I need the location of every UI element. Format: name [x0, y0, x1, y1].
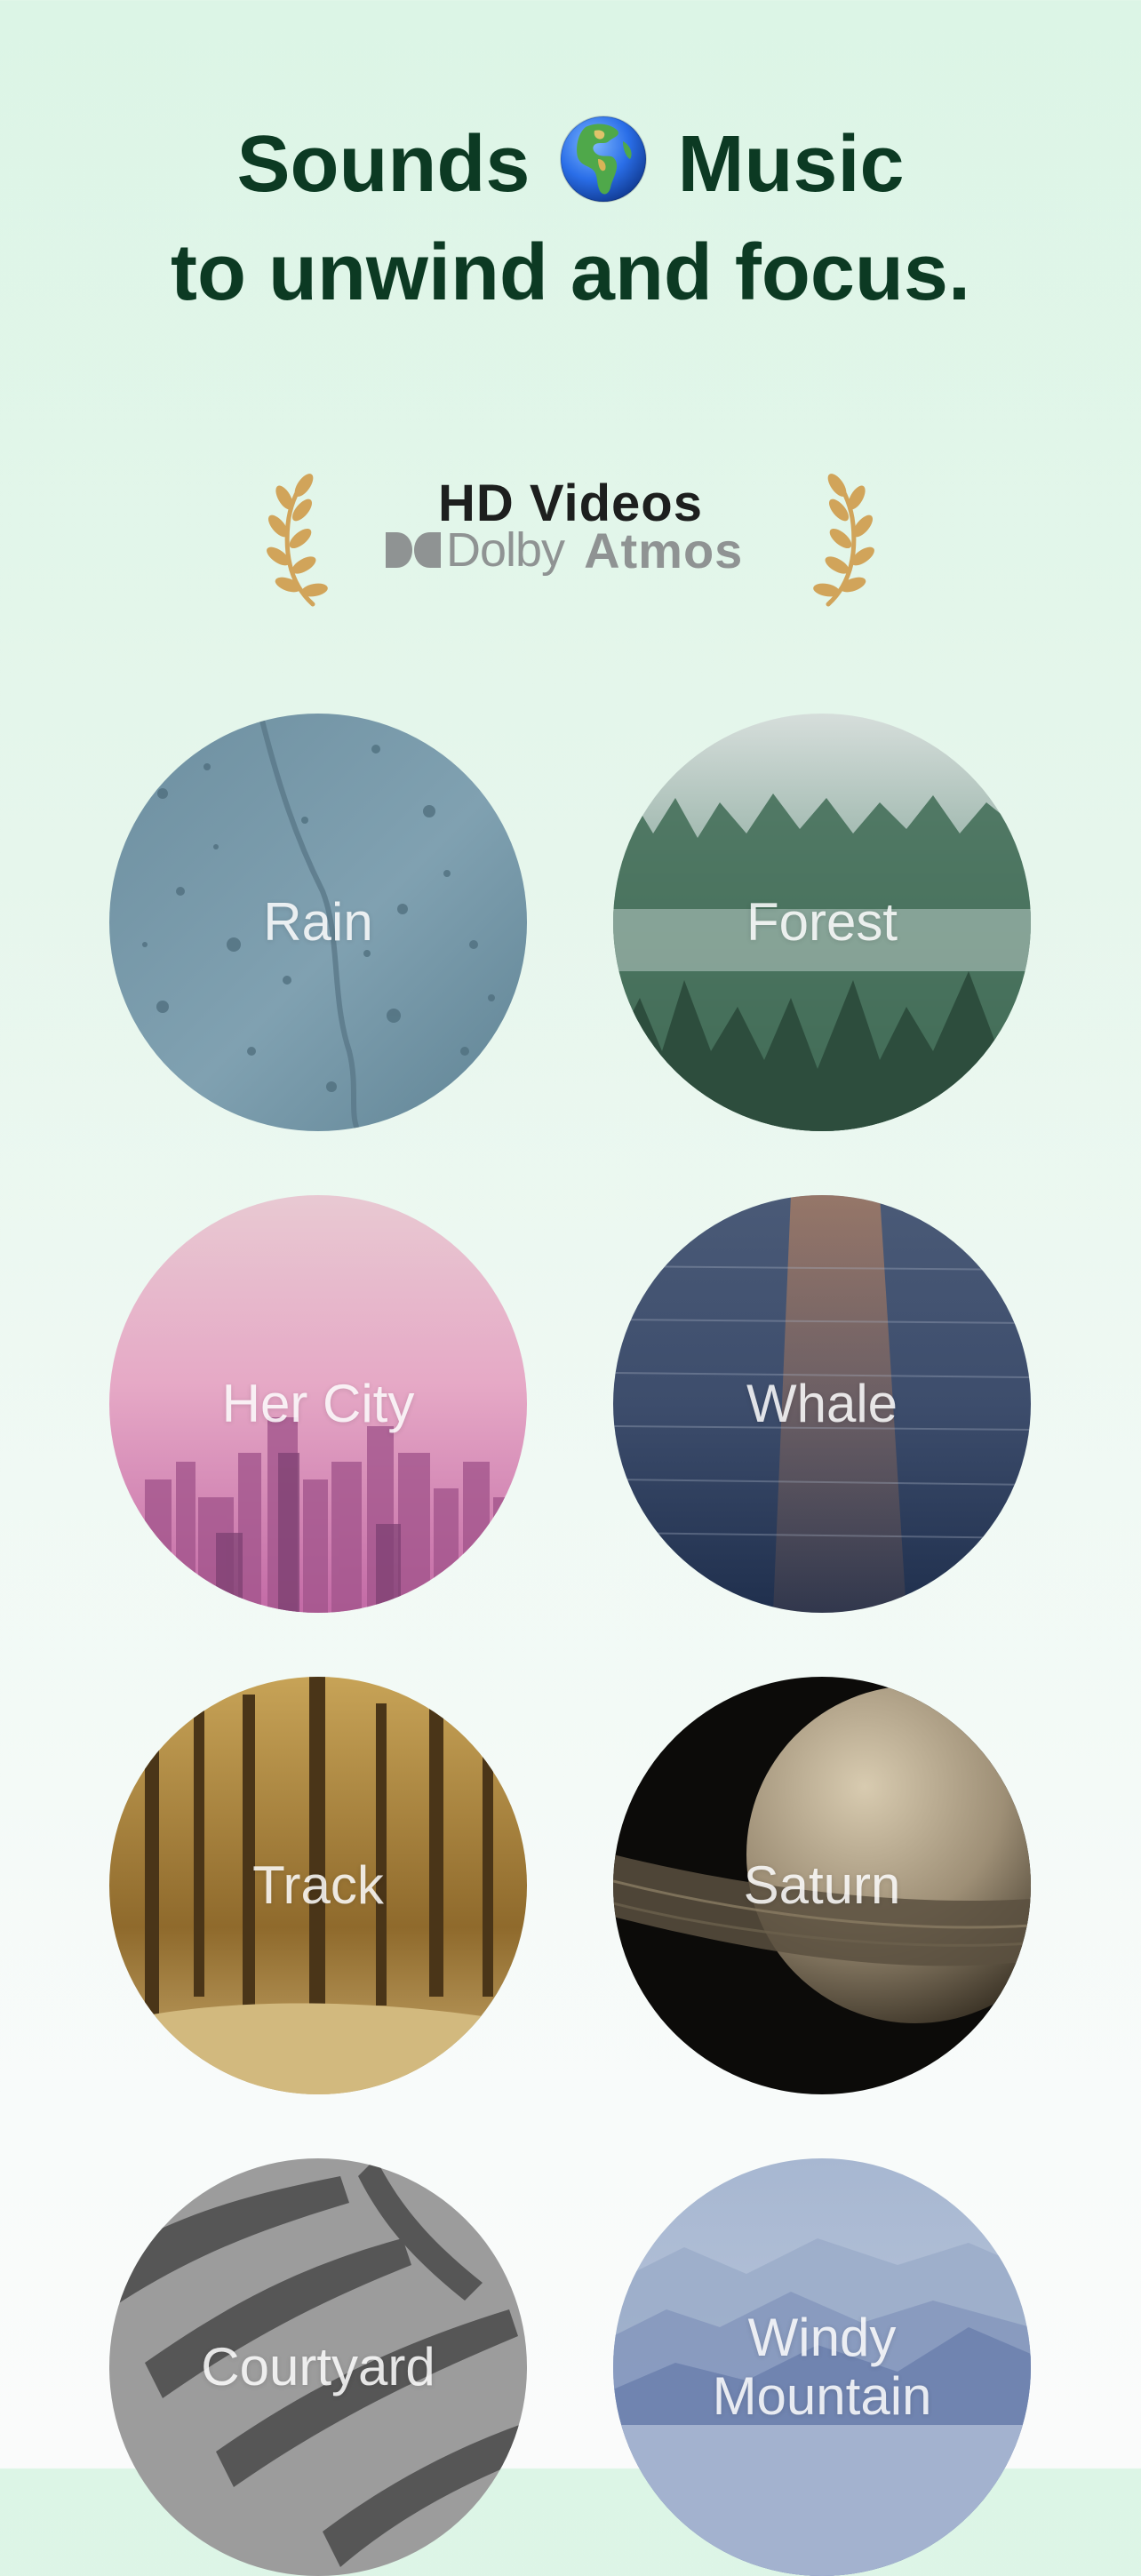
- tile-label: Her City: [221, 1374, 415, 1433]
- sound-tile-forest[interactable]: Forest: [613, 714, 1031, 1131]
- sound-tile-whale[interactable]: Whale: [613, 1195, 1031, 1613]
- sound-tile-rain[interactable]: Rain: [109, 714, 527, 1131]
- dolby-double-d-icon: [386, 532, 441, 568]
- award-badge: HD Videos Dolby Atmos: [267, 462, 874, 622]
- tile-label: Forest: [746, 892, 898, 952]
- tile-label: Whale: [746, 1374, 898, 1433]
- globe-icon: [560, 116, 648, 203]
- laurel-right-icon: [813, 474, 874, 607]
- tile-label: Courtyard: [201, 2337, 435, 2397]
- sound-tile-courtyard[interactable]: Courtyard: [109, 2158, 527, 2576]
- tile-label: Windy Mountain: [712, 2308, 932, 2426]
- tile-label: Rain: [263, 892, 373, 952]
- dolby-brand-text: Dolby: [446, 523, 565, 577]
- tile-label: Saturn: [743, 1855, 901, 1915]
- sound-tile-saturn[interactable]: Saturn: [613, 1677, 1031, 2094]
- headline-music: Music: [677, 120, 905, 209]
- dolby-atmos-logo: Dolby Atmos: [386, 519, 743, 581]
- headline-line-1: Sounds Music: [0, 112, 1141, 217]
- tile-label: Track: [252, 1855, 384, 1915]
- atmos-text: Atmos: [584, 522, 744, 578]
- sound-tile-windy-mountain[interactable]: Windy Mountain: [613, 2158, 1031, 2576]
- sound-tile-her-city[interactable]: Her City: [109, 1195, 527, 1613]
- sound-tile-track[interactable]: Track: [109, 1677, 527, 2094]
- headline-line-2: to unwind and focus.: [171, 228, 970, 317]
- headline-sounds: Sounds: [236, 120, 531, 209]
